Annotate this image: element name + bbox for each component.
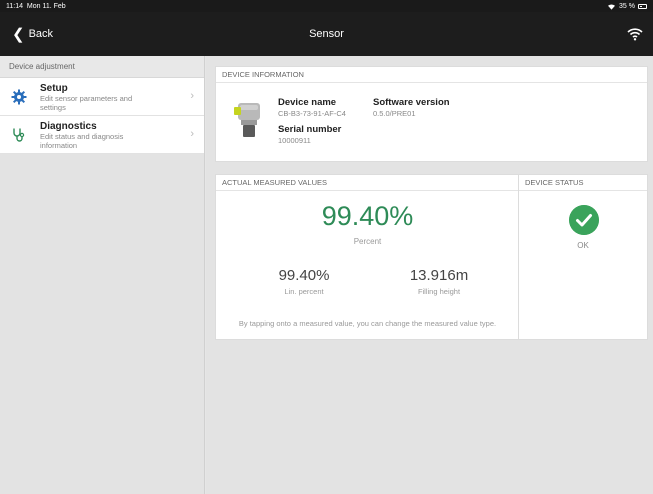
sidebar-item-diagnostics[interactable]: Diagnostics Edit status and diagnosis in… [0, 116, 204, 154]
setup-subtitle: Edit sensor parameters and settings [40, 94, 133, 112]
sidebar: Device adjustment Setup Edit sensor para… [0, 56, 205, 494]
software-version-value: 0.5.0/PRE01 [373, 109, 416, 118]
filling-height-label: Filling height [417, 287, 461, 296]
measured-value-hint: By tapping onto a measured value, you ca… [238, 319, 497, 328]
serial-number-value: 10000911 [278, 136, 311, 145]
lin-percent-label: Lin. percent [284, 287, 324, 296]
sidebar-header: Device adjustment [0, 56, 204, 78]
diagnostics-subtitle: Edit status and diagnosis information [40, 132, 124, 150]
software-version-label: Software version [373, 97, 450, 108]
device-information-card: DEVICE INFORMATION Device name CB-B3-73-… [215, 66, 648, 162]
gear-icon [11, 89, 27, 105]
chevron-right-icon: › [190, 90, 194, 102]
status-right: 35 % [607, 3, 647, 10]
status-bar: 11:14 Mon 11. Feb 35 % [0, 0, 653, 12]
serial-number-label: Serial number [278, 124, 342, 135]
serial-number-block: Serial number 10000911 [278, 124, 341, 145]
check-circle-icon [569, 205, 599, 235]
lin-percent-number: 99.40% [278, 267, 330, 284]
lin-percent-value[interactable]: 99.40% Lin. percent [244, 267, 364, 296]
measured-values-header: ACTUAL MEASURED VALUES [216, 175, 519, 191]
battery-percent: 35 % [619, 2, 635, 10]
sensor-device-image [234, 103, 260, 137]
nav-bar: ❮ Back Sensor [0, 12, 653, 56]
setup-title: Setup [40, 83, 68, 94]
measured-values-card: ACTUAL MEASURED VALUES 99.40% Percent 99… [215, 174, 520, 340]
page-title: Sensor [309, 28, 344, 40]
device-name-block: Device name CB-B3-73-91-AF-C4 [278, 97, 346, 118]
primary-measured-value[interactable]: 99.40% [216, 201, 519, 232]
device-name-label: Device name [278, 97, 337, 108]
stethoscope-icon [13, 128, 25, 142]
wifi-icon[interactable] [627, 26, 643, 42]
wifi-status-icon [608, 3, 616, 10]
sidebar-item-setup[interactable]: Setup Edit sensor parameters and setting… [0, 78, 204, 116]
primary-measured-label: Percent [353, 237, 382, 246]
chevron-right-icon: › [190, 128, 194, 140]
battery-icon [638, 3, 647, 9]
filling-height-value[interactable]: 13.916m Filling height [379, 267, 499, 296]
device-information-header: DEVICE INFORMATION [216, 67, 647, 83]
device-name-value: CB-B3-73-91-AF-C4 [278, 109, 346, 118]
filling-height-number: 13.916m [409, 267, 469, 284]
device-status-text: OK [577, 241, 589, 250]
device-status-header: DEVICE STATUS [519, 175, 647, 191]
diagnostics-title: Diagnostics [40, 121, 97, 132]
status-time: 11:14 Mon 11. Feb [6, 2, 66, 10]
software-version-block: Software version 0.5.0/PRE01 [373, 97, 450, 118]
device-status-card: DEVICE STATUS OK [518, 174, 648, 340]
